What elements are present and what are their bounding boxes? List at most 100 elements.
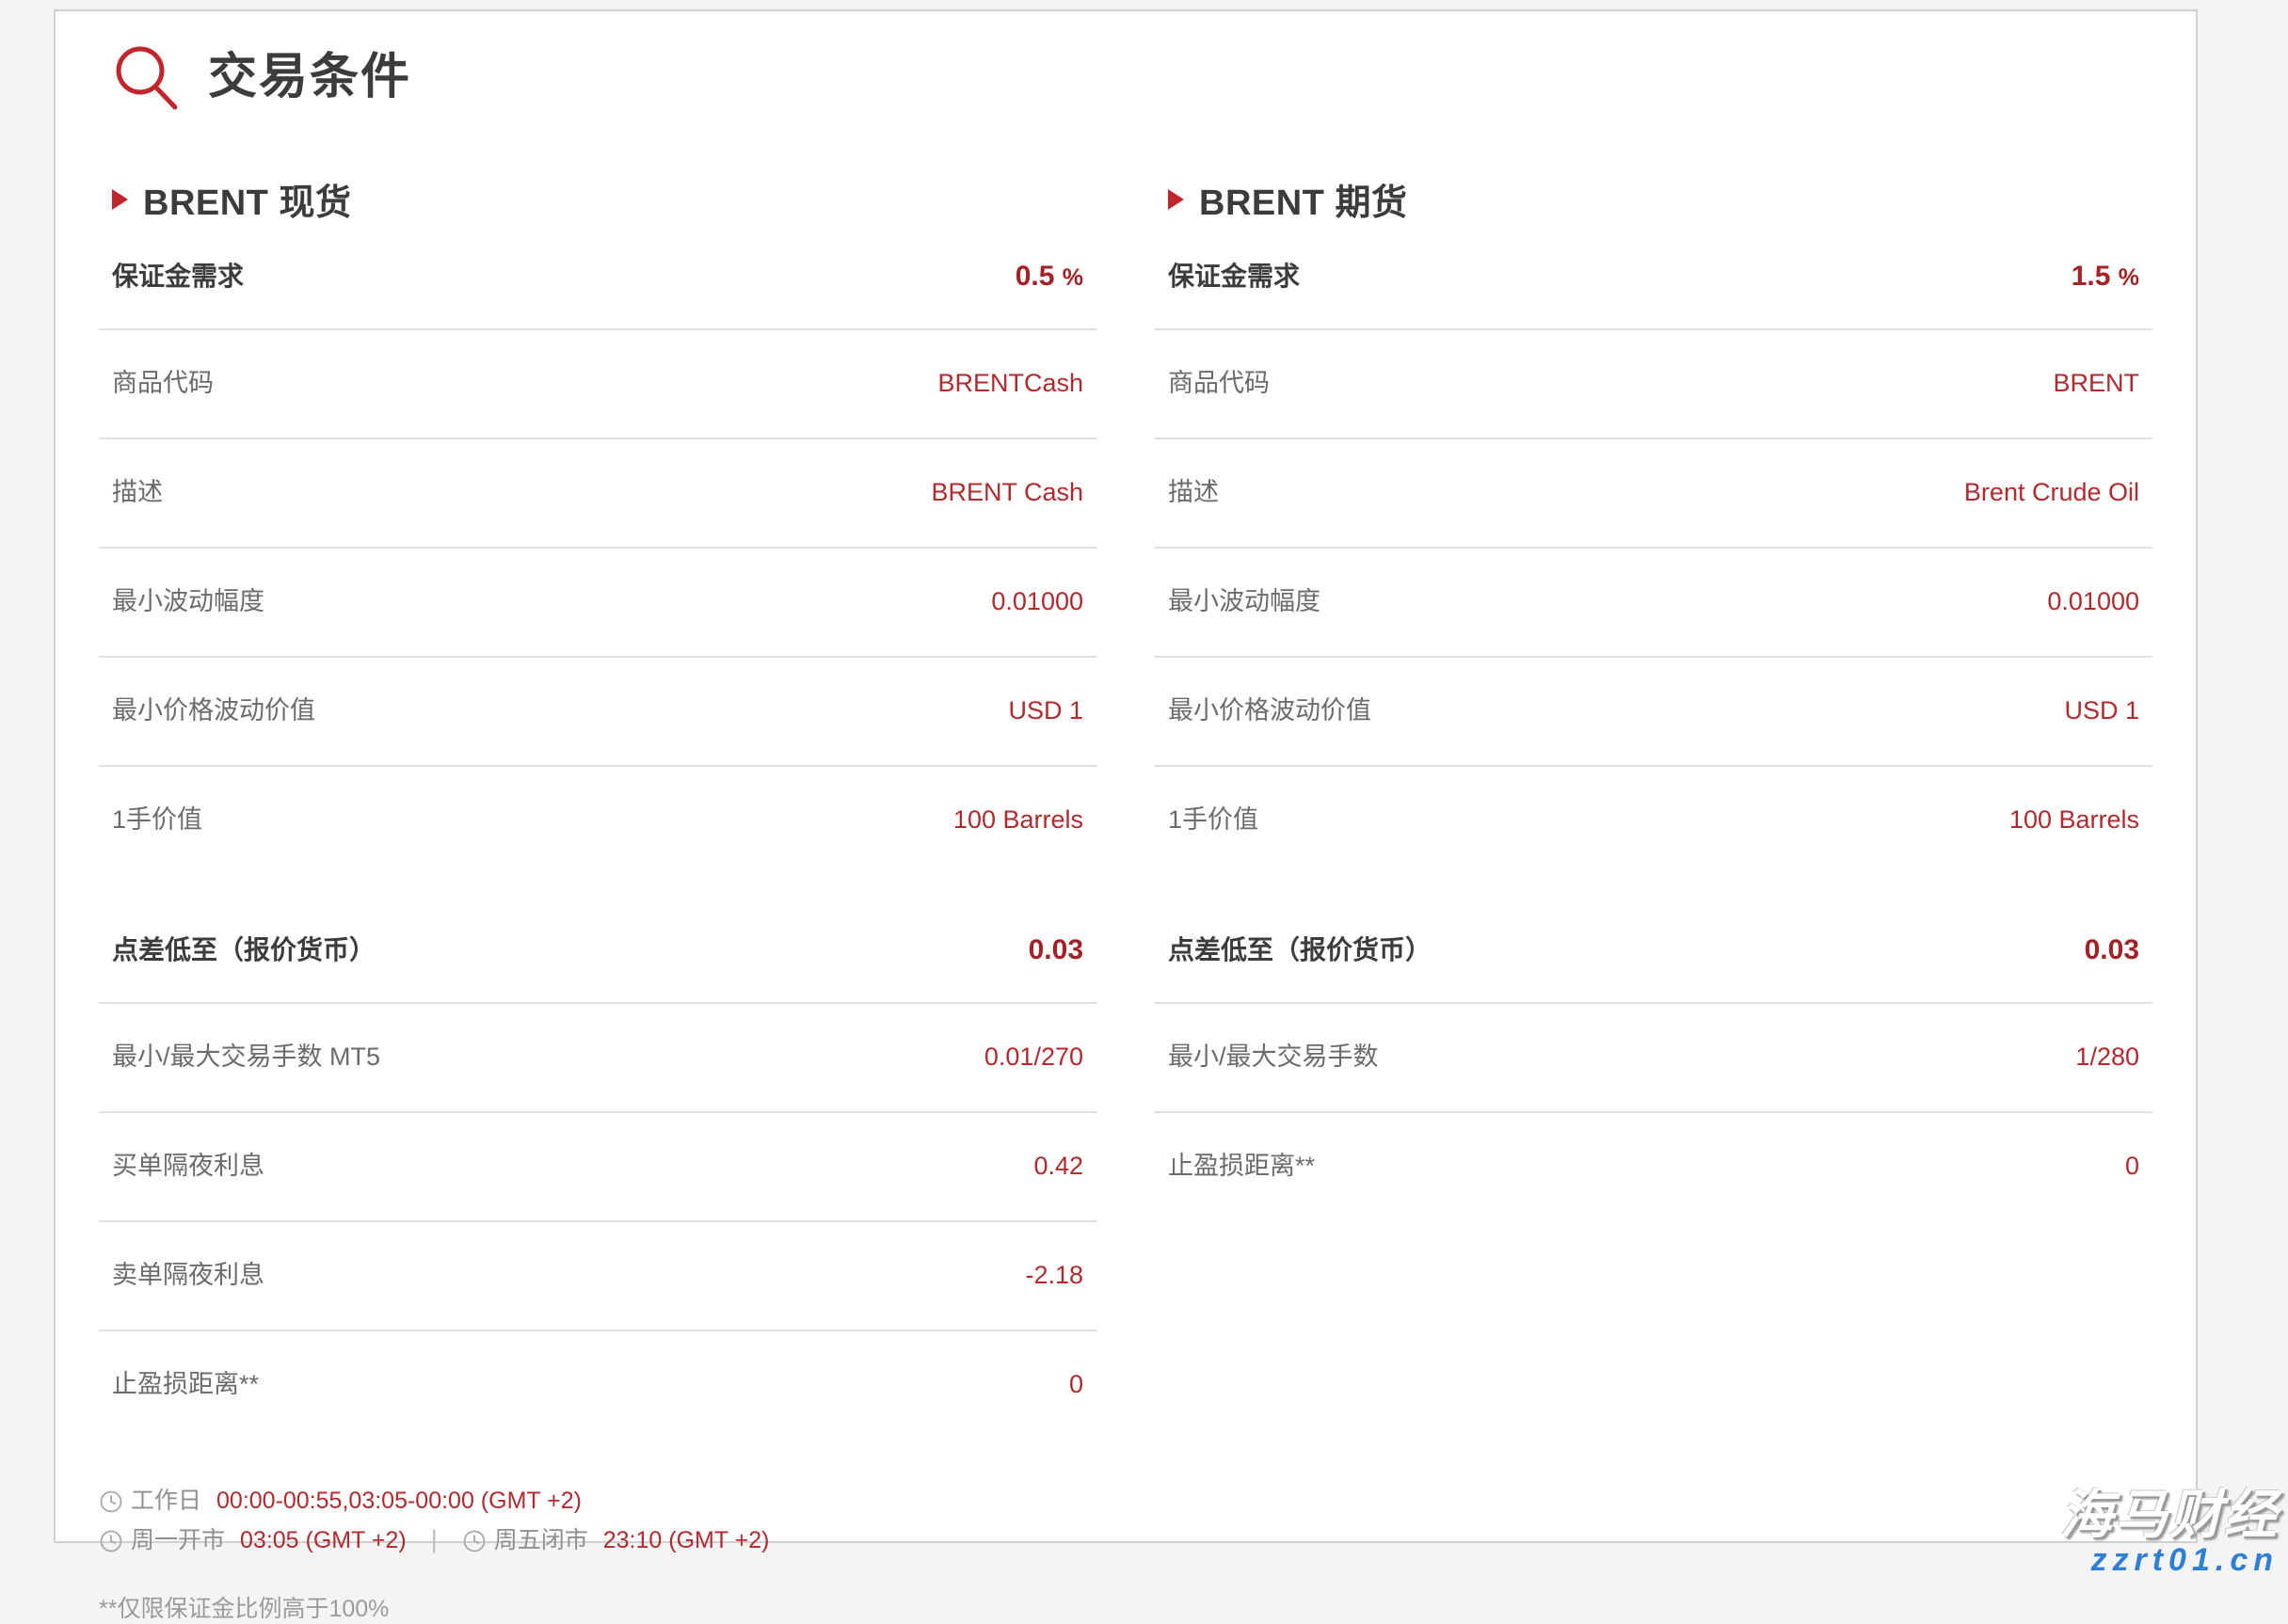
row-value: 100 Barrels [952,805,1083,834]
row-label: 止盈损距离** [1168,1152,1316,1180]
table-row: 最小价格波动价值 USD 1 [99,658,1096,767]
row-label: 最小/最大交易手数 [1168,1043,1379,1071]
row-value: BRENTCash [937,369,1083,397]
row-label: 点差低至（报价货币） [1168,935,1432,964]
table-row: 描述 Brent Crude Oil [1155,439,2152,549]
triangle-right-icon [1168,188,1184,210]
row-label: 买单隔夜利息 [112,1152,264,1180]
row-value: 100 Barrels [2008,805,2139,834]
row-label: 卖单隔夜利息 [112,1261,264,1289]
table-row: 最小波动幅度 0.01000 [99,549,1096,658]
footer-segment-weekday: 工作日 00:00-00:55,03:05-00:00 (GMT +2) [99,1482,582,1520]
row-label: 点差低至（报价货币） [112,935,376,964]
conditions-columns: BRENT 现货 保证金需求 0.5 % 商品代码 BRENTCash 描述 B… [99,173,2152,1439]
row-value-unit: % [1062,264,1083,291]
row-value-number: 0.5 [1015,261,1055,292]
row-value: 0.03 [2084,934,2139,965]
row-label: 最小价格波动价值 [1168,696,1371,724]
row-value: 0 [1068,1370,1083,1398]
clock-icon [463,1530,486,1552]
table-row: 止盈损距离** 0 [99,1331,1096,1439]
row-label: 最小波动幅度 [112,587,264,615]
table-row: 最小/最大交易手数 MT5 0.01/270 [99,1004,1096,1113]
table-row: 最小/最大交易手数 1/280 [1155,1004,2152,1113]
row-value: USD 1 [1008,696,1083,724]
row-label: 描述 [112,478,163,506]
row-value: 0.5 % [1016,259,1083,295]
footer-value-monday-open: 03:05 (GMT +2) [240,1526,407,1553]
row-value: 0.01/270 [984,1043,1083,1071]
row-value: -2.18 [1025,1261,1083,1289]
search-icon [116,46,178,110]
table-row: 商品代码 BRENTCash [99,330,1096,439]
table-row: 保证金需求 1.5 % [1155,259,2152,330]
page-title: 交易条件 [208,50,412,104]
clock-icon [100,1530,122,1552]
row-label: 商品代码 [1168,369,1270,397]
table-row: 止盈损距离** 0 [1155,1113,2152,1220]
page-root: 交易条件 BRENT 现货 保证金需求 0.5 % 商品代码 BRENTCash… [0,0,2288,1622]
row-label: 1手价值 [1168,805,1259,834]
row-label: 商品代码 [112,369,214,397]
footer-label-monday-open: 周一开市 [131,1526,226,1553]
table-row: 最小价格波动价值 USD 1 [1155,658,2152,767]
row-value: 0.01000 [991,587,1083,615]
column-brent-spot: BRENT 现货 保证金需求 0.5 % 商品代码 BRENTCash 描述 B… [99,173,1096,1439]
row-value: BRENT Cash [931,478,1083,506]
footer-segment-friday-close: 周五闭市 23:10 (GMT +2) [462,1521,770,1559]
row-label: 保证金需求 [112,262,245,291]
row-label: 最小波动幅度 [1168,587,1320,615]
spec-table-spot-primary: 保证金需求 0.5 % 商品代码 BRENTCash 描述 BRENT Cash… [99,259,1096,874]
spec-table-spot-secondary: 点差低至（报价货币） 0.03 最小/最大交易手数 MT5 0.01/270 买… [99,932,1096,1439]
table-row: 保证金需求 0.5 % [99,259,1096,330]
table-row: 卖单隔夜利息 -2.18 [99,1222,1096,1331]
row-label: 止盈损距离** [112,1370,260,1398]
footer-value-weekday: 00:00-00:55,03:05-00:00 (GMT +2) [216,1488,582,1514]
spec-table-futures-secondary: 点差低至（报价货币） 0.03 最小/最大交易手数 1/280 止盈损距离** … [1155,932,2152,1220]
column-brent-futures: BRENT 期货 保证金需求 1.5 % 商品代码 BRENT 描述 Brent… [1155,173,2152,1220]
row-label: 保证金需求 [1168,262,1301,291]
table-row: 买单隔夜利息 0.42 [99,1113,1096,1222]
row-label: 最小/最大交易手数 MT5 [112,1043,381,1071]
section-title-brent-spot: BRENT 现货 [112,173,1096,225]
row-label: 最小价格波动价值 [112,696,315,724]
row-value: Brent Crude Oil [1963,478,2139,506]
row-value: 1.5 % [2072,259,2139,295]
footer-label-friday-close: 周五闭市 [493,1526,588,1553]
row-value: 1/280 [2075,1043,2139,1071]
footer-separator: | [430,1525,438,1553]
clock-icon [100,1490,122,1513]
page-header: 交易条件 [99,43,2152,111]
footer-line-weekday: 工作日 00:00-00:55,03:05-00:00 (GMT +2) [99,1482,2152,1520]
section-title-brent-futures: BRENT 期货 [1168,173,2152,225]
row-value: 0.42 [1033,1152,1083,1180]
table-row: 点差低至（报价货币） 0.03 [99,932,1096,1004]
section-title-label: BRENT 期货 [1199,183,1408,223]
spec-table-futures-primary: 保证金需求 1.5 % 商品代码 BRENT 描述 Brent Crude Oi… [1155,259,2152,874]
row-value-number: 1.5 [2071,261,2111,292]
footnote-margin-level: **仅限保证金比例高于100% [99,1596,390,1623]
table-row: 商品代码 BRENT [1155,330,2152,439]
row-value-unit: % [2118,264,2139,291]
footer-segment-monday-open: 周一开市 03:05 (GMT +2) [99,1521,407,1559]
trading-hours-footer: 工作日 00:00-00:55,03:05-00:00 (GMT +2) 周一开… [99,1482,2152,1624]
row-value: 0.01000 [2047,587,2139,615]
row-value: 0.03 [1028,934,1083,965]
row-label: 描述 [1168,478,1219,506]
row-value: USD 1 [2064,696,2139,724]
table-row: 1手价值 100 Barrels [1155,767,2152,874]
table-row: 1手价值 100 Barrels [99,767,1096,874]
footer-value-friday-close: 23:10 (GMT +2) [602,1526,770,1553]
table-row: 点差低至（报价货币） 0.03 [1155,932,2152,1004]
table-row: 描述 BRENT Cash [99,439,1096,549]
row-value: 0 [2124,1152,2139,1180]
footer-line-open-close: 周一开市 03:05 (GMT +2) | 周五闭市 23:10 (GMT +2… [99,1520,2152,1560]
table-row: 最小波动幅度 0.01000 [1155,549,2152,658]
triangle-right-icon [112,188,128,210]
trading-conditions-card: 交易条件 BRENT 现货 保证金需求 0.5 % 商品代码 BRENTCash… [54,9,2198,1622]
row-label: 1手价值 [112,805,203,834]
row-value: BRENT [2053,369,2139,397]
footer-label-weekday: 工作日 [131,1488,202,1514]
